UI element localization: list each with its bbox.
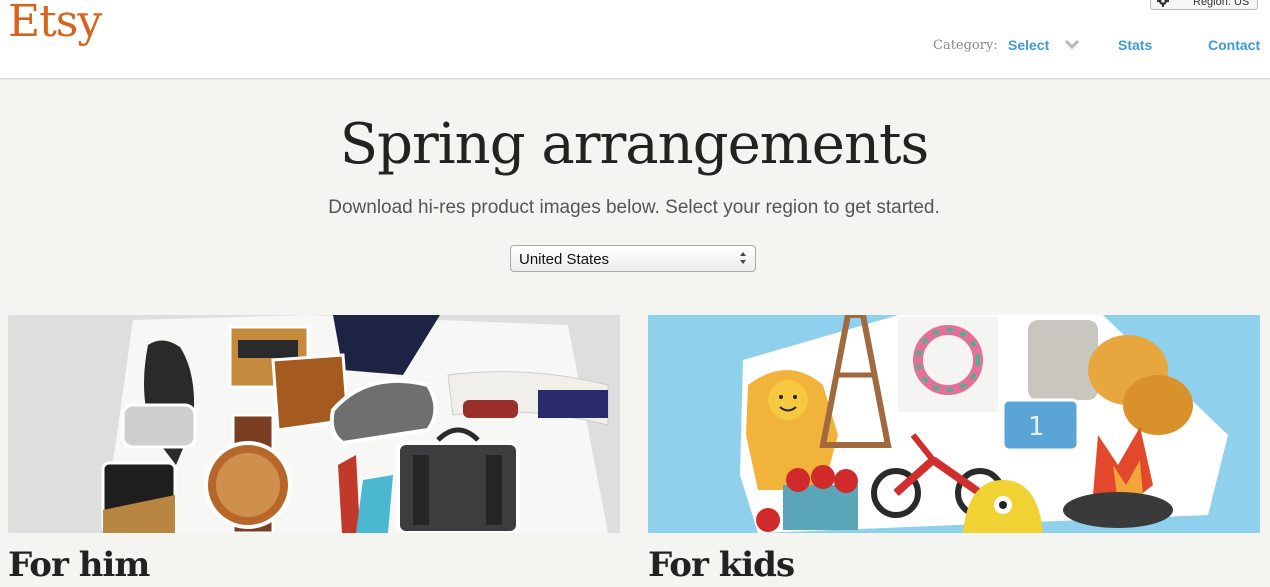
chevron-down-icon[interactable] — [1064, 38, 1080, 50]
contact-link[interactable]: Contact — [1208, 37, 1260, 53]
svg-text:1: 1 — [1028, 412, 1045, 442]
category-label: Category: — [933, 38, 998, 53]
collection-card-kids[interactable]: 1 — [648, 315, 1260, 533]
region-button-label: Region: US — [1193, 0, 1250, 8]
collection-title-him[interactable]: For him — [8, 545, 150, 585]
stats-link[interactable]: Stats — [1118, 37, 1152, 53]
region-button[interactable]: Region: US — [1150, 0, 1258, 10]
gear-icon — [1157, 0, 1169, 7]
category-select-link[interactable]: Select — [1008, 37, 1049, 53]
mens-products-collage — [8, 315, 620, 533]
page-subtitle: Download hi-res product images below. Se… — [328, 197, 940, 218]
region-select-value: United States — [519, 251, 610, 268]
region-select[interactable]: United States — [510, 245, 756, 272]
site-header: Etsy Region: US Category: Select Stats C… — [0, 0, 1270, 79]
kids-products-collage: 1 — [648, 315, 1260, 533]
page-title: Spring arrangements — [339, 112, 930, 177]
etsy-logo[interactable]: Etsy — [8, 0, 102, 47]
select-arrows-icon — [740, 252, 746, 264]
collection-title-kids[interactable]: For kids — [648, 545, 795, 585]
collection-card-him[interactable] — [8, 315, 620, 533]
